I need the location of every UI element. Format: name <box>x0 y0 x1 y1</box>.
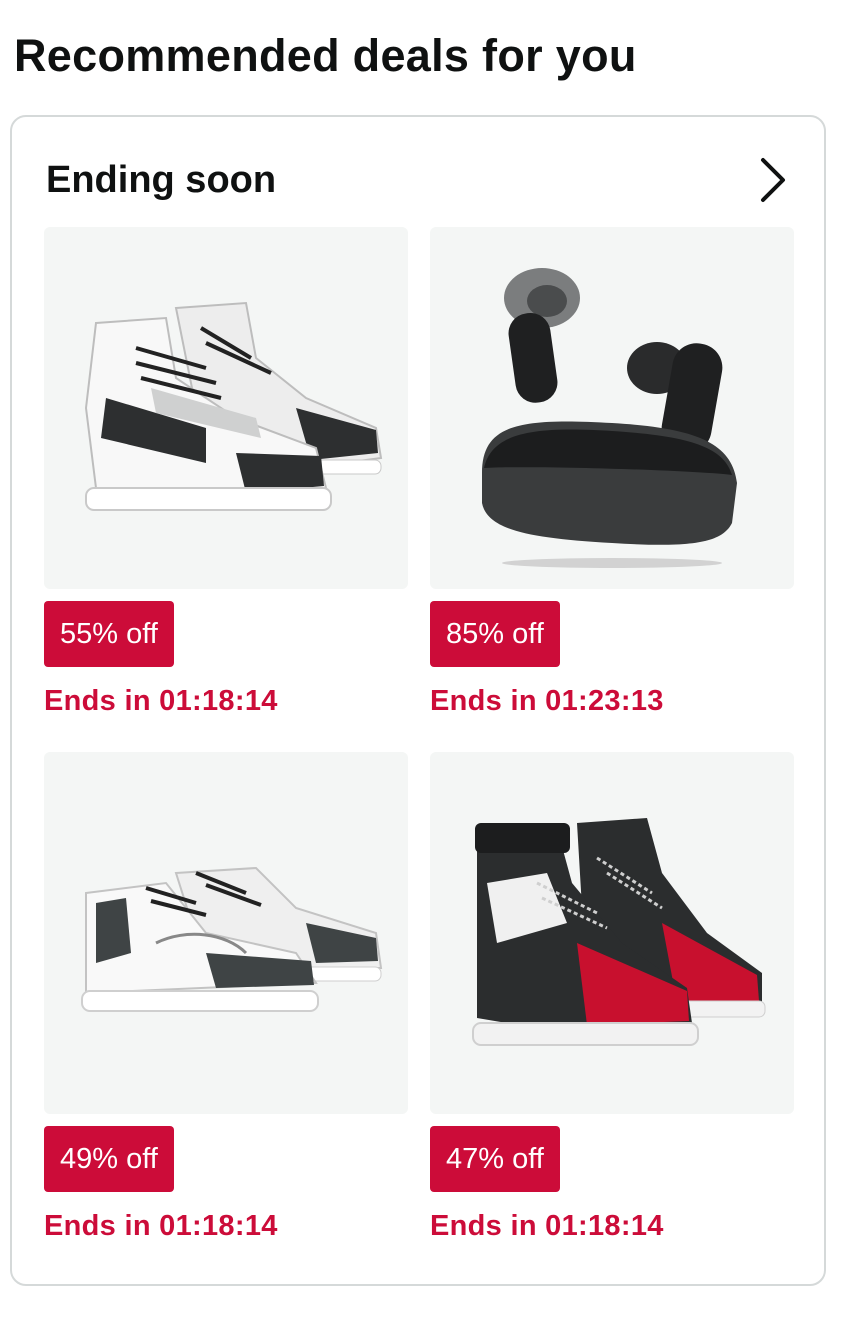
deal-timer: Ends in 01:18:14 <box>44 685 278 717</box>
discount-badge: 47% off <box>430 1126 560 1192</box>
product-image-sneaker-black-red[interactable] <box>430 752 794 1114</box>
product-image-earbuds[interactable] <box>430 227 794 589</box>
discount-badge: 49% off <box>44 1126 174 1192</box>
product-image-sneaker-white-black[interactable] <box>44 227 408 589</box>
deal-tile[interactable]: 85% off Ends in 01:23:13 <box>430 227 794 717</box>
product-image-sneaker-white-grey[interactable] <box>44 752 408 1114</box>
chevron-right-icon[interactable] <box>754 155 790 205</box>
deals-card: Ending soon 55% off Ends in 01:18:14 85%… <box>10 115 826 1286</box>
deal-tile[interactable]: 47% off Ends in 01:18:14 <box>430 752 794 1242</box>
deal-timer: Ends in 01:23:13 <box>430 685 664 717</box>
deal-tile[interactable]: 55% off Ends in 01:18:14 <box>44 227 408 717</box>
section-title[interactable]: Ending soon <box>46 159 276 202</box>
discount-badge: 85% off <box>430 601 560 667</box>
discount-badge: 55% off <box>44 601 174 667</box>
card-header: Ending soon <box>46 155 790 205</box>
deal-timer: Ends in 01:18:14 <box>430 1210 664 1242</box>
page-title: Recommended deals for you <box>14 30 637 81</box>
deal-timer: Ends in 01:18:14 <box>44 1210 278 1242</box>
deal-tile[interactable]: 49% off Ends in 01:18:14 <box>44 752 408 1242</box>
